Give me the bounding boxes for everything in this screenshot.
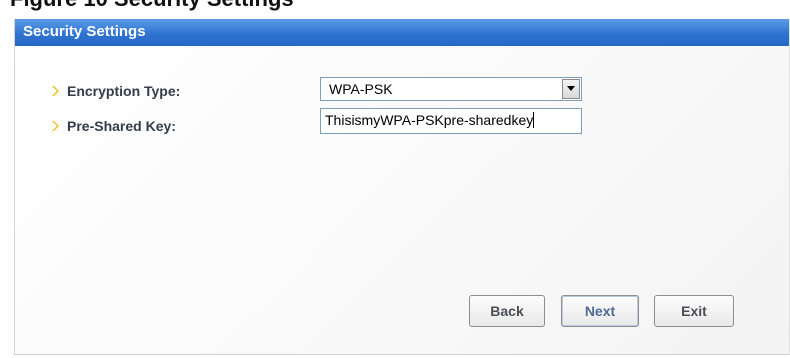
dropdown-button[interactable] [562, 79, 580, 99]
pre-shared-key-value: ThisismyWPA-PSKpre-sharedkey [325, 112, 534, 128]
back-button[interactable]: Back [469, 295, 545, 327]
arrow-bullet-icon [52, 86, 59, 96]
chevron-down-icon [567, 86, 575, 91]
pre-shared-key-input[interactable]: ThisismyWPA-PSKpre-sharedkey [320, 108, 582, 134]
figure-caption: Figure 10 Security Settings [10, 0, 294, 12]
next-button[interactable]: Next [561, 295, 639, 327]
encryption-type-row: Encryption Type: [51, 80, 180, 102]
pre-shared-key-row: Pre-Shared Key: [51, 115, 176, 137]
encryption-type-select[interactable]: WPA-PSK [320, 77, 582, 101]
exit-button[interactable]: Exit [654, 295, 734, 327]
panel-title: Security Settings [23, 23, 146, 40]
panel-header: Security Settings [15, 19, 789, 46]
arrow-bullet-icon [52, 121, 59, 131]
encryption-type-value: WPA-PSK [329, 81, 393, 97]
security-settings-panel: Security Settings Encryption Type: Pre-S… [14, 19, 790, 355]
text-caret [533, 112, 535, 128]
encryption-type-label: Encryption Type: [67, 83, 181, 99]
pre-shared-key-label: Pre-Shared Key: [67, 118, 176, 134]
